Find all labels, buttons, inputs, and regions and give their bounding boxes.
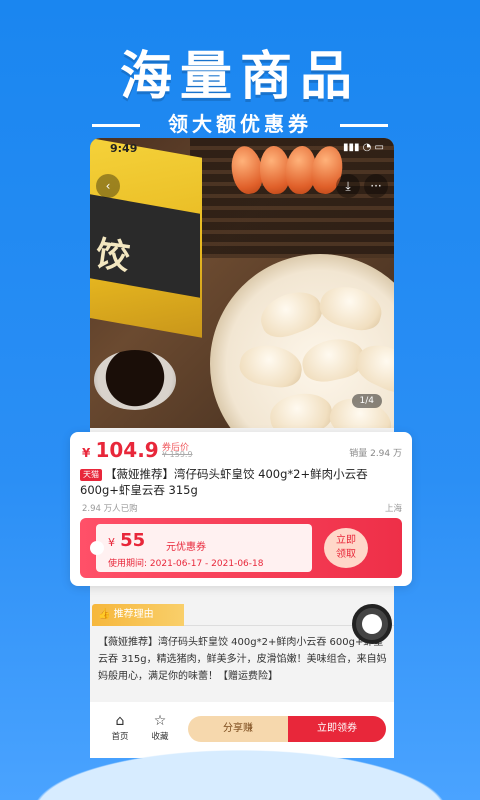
dumpling-image	[315, 280, 387, 336]
product-title-text: 【薇娅推荐】湾仔码头虾皇饺 400g*2+鲜肉小云吞 600g+虾皇云吞 315…	[80, 467, 368, 497]
back-icon[interactable]: ‹	[96, 174, 120, 198]
coupon-notch	[90, 541, 104, 555]
star-icon: ☆	[153, 713, 167, 729]
recommend-reason-label: 推荐理由	[113, 609, 154, 620]
soy-sauce-dish	[94, 350, 176, 410]
location: 上海	[384, 504, 402, 514]
coupon-label: 元优惠券	[166, 542, 206, 553]
platform-badge: 天猫	[80, 469, 102, 481]
image-pager: 1/4	[351, 394, 382, 408]
coupon-body: ¥ 55 元优惠券 使用期间: 2021-06-17 - 2021-06-18	[96, 524, 312, 572]
more-icon[interactable]: ···	[364, 174, 388, 198]
tab-home[interactable]: ⌂ 首页	[100, 712, 140, 742]
signal-battery-icon: ▮▮▮ ◔ ▭	[342, 142, 384, 153]
background-wave	[0, 740, 480, 800]
home-icon: ⌂	[115, 713, 125, 729]
product-title: 天猫 【薇娅推荐】湾仔码头虾皇饺 400g*2+鲜肉小云吞 600g+虾皇云吞 3…	[80, 466, 402, 498]
product-image[interactable]: 饺 9:49 ▮▮▮ ◔ ▭ ‹ ⤓ ··· 1/4	[90, 138, 394, 428]
tab-favorite[interactable]: ☆ 收藏	[140, 712, 180, 742]
share-earn-button[interactable]: 分享赚	[188, 716, 288, 742]
download-icon[interactable]: ⤓	[336, 174, 360, 198]
assistive-touch-button[interactable]	[352, 604, 392, 644]
divider	[92, 124, 140, 127]
claim-line-2: 领取	[336, 549, 356, 560]
recommend-reason-text: 【薇娅推荐】湾仔码头虾皇饺 400g*2+鲜肉小云吞 600g+虾皇云吞 315…	[98, 637, 387, 682]
claim-coupon-button[interactable]: 立即 领取	[324, 528, 368, 568]
status-time: 9:49	[110, 142, 138, 155]
original-price: ¥ 159.9	[162, 450, 193, 459]
product-info-card: ¥ 104.9 券后价 ¥ 159.9 销量 2.94 万 天猫 【薇娅推荐】湾仔…	[70, 432, 412, 586]
dumpling-image	[255, 284, 327, 344]
price-currency: ¥	[82, 446, 91, 460]
promo-subheadline: 领大额优惠券	[168, 112, 312, 136]
dumpling-image	[236, 340, 306, 392]
promo-subheadline-row: 领大额优惠券	[0, 108, 480, 137]
coupon-currency: ¥	[108, 536, 115, 549]
thumbs-up-icon: 👍	[98, 609, 111, 620]
price: ¥ 104.9	[82, 438, 159, 462]
coupon-amount: ¥ 55	[108, 530, 145, 551]
coupon-card[interactable]: ¥ 55 元优惠券 使用期间: 2021-06-17 - 2021-06-18 …	[80, 518, 402, 578]
recommend-reason-tab: 👍 推荐理由	[92, 604, 184, 626]
bought-count: 2.94 万人已购	[82, 504, 138, 514]
coupon-value: 55	[120, 530, 146, 551]
get-coupon-button[interactable]: 立即领券	[288, 716, 386, 742]
sales-count: 销量 2.94 万	[349, 449, 402, 459]
price-value: 104.9	[95, 438, 159, 462]
package-text: 饺	[92, 233, 133, 279]
claim-line-1: 立即	[336, 535, 356, 546]
promo-headline: 海量商品	[119, 47, 360, 107]
divider	[340, 124, 388, 127]
dumpling-image	[267, 389, 335, 428]
coupon-validity: 使用期间: 2021-06-17 - 2021-06-18	[108, 559, 264, 569]
